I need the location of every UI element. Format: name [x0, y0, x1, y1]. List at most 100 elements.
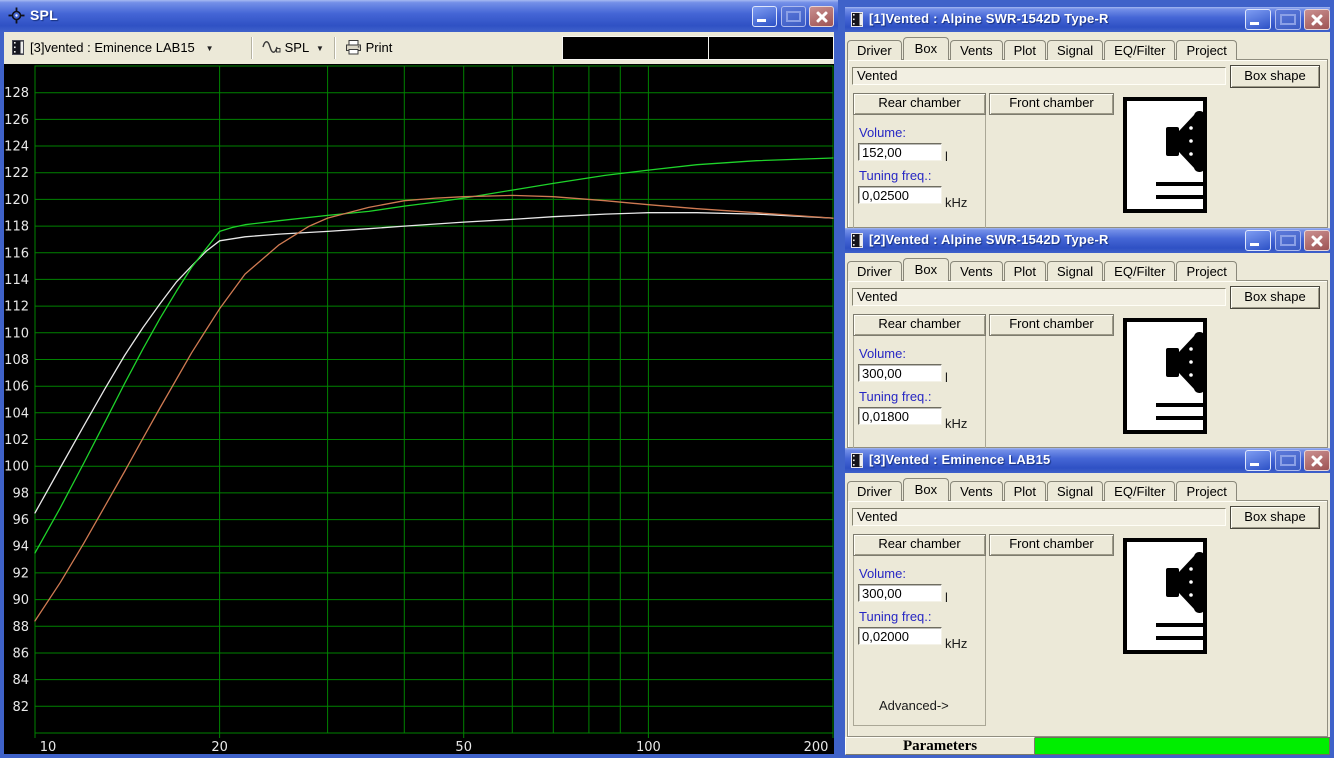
plot-type-selector[interactable]: SPL ▼ — [262, 32, 324, 64]
chevron-down-icon[interactable]: ▼ — [316, 44, 324, 53]
project-selector[interactable]: [3]vented : Eminence LAB15 ▼ — [30, 32, 214, 64]
tuning-freq-input[interactable] — [858, 627, 942, 645]
print-button[interactable]: Print — [345, 32, 392, 64]
volume-input[interactable] — [858, 584, 942, 602]
project-window-icon — [12, 32, 24, 64]
minimize-button[interactable] — [1245, 230, 1271, 251]
tuning-freq-unit: kHz — [945, 416, 968, 431]
tab-eq-filter[interactable]: EQ/Filter — [1104, 40, 1176, 60]
orange-curve — [34, 194, 834, 622]
tab-vents[interactable]: Vents — [950, 261, 1003, 281]
tab-vents[interactable]: Vents — [950, 481, 1003, 501]
volume-label: Volume: — [859, 346, 906, 361]
spl-window-title: SPL — [30, 7, 58, 23]
tab-signal[interactable]: Signal — [1047, 481, 1104, 501]
box-shape-button[interactable]: Box shape — [1230, 506, 1320, 529]
maximize-button[interactable] — [1275, 450, 1301, 471]
project-window-icon — [851, 233, 863, 251]
box-shape-preview — [1122, 317, 1208, 438]
front-chamber-button[interactable]: Front chamber — [989, 534, 1114, 556]
volume-unit: l — [945, 149, 948, 164]
tuning-freq-label: Tuning freq.: — [859, 609, 932, 624]
tab-eq-filter[interactable]: EQ/Filter — [1104, 481, 1176, 501]
tab-plot[interactable]: Plot — [1003, 261, 1047, 281]
tab-vents[interactable]: Vents — [950, 40, 1003, 60]
tab-box[interactable]: Box — [902, 258, 950, 281]
tab-bar: Driver Box Vents Plot Signal EQ/Filter Project — [847, 258, 1328, 281]
front-chamber-button[interactable]: Front chamber — [989, 314, 1114, 336]
tab-project[interactable]: Project — [1176, 261, 1237, 281]
y-tick-label: 108 — [4, 353, 29, 368]
rear-chamber-button[interactable]: Rear chamber — [853, 93, 986, 115]
volume-input[interactable] — [858, 364, 942, 382]
y-tick-label: 86 — [12, 647, 29, 662]
spl-plot-area[interactable]: 82 84 86 88 90 92 94 96 98 100 102 104 106 108 110 112 1… — [4, 64, 834, 754]
spl-plot-svg[interactable]: 82 84 86 88 90 92 94 96 98 100 102 104 106 108 110 112 1… — [4, 64, 834, 754]
tab-project[interactable]: Project — [1176, 481, 1237, 501]
window-title: [1]Vented : Alpine SWR-1542D Type-R — [869, 11, 1109, 26]
green-curve — [34, 157, 834, 554]
maximize-button[interactable] — [1275, 9, 1301, 30]
box-type-field[interactable]: Vented — [852, 288, 1226, 306]
tab-driver[interactable]: Driver — [847, 40, 902, 60]
x-tick-label: 20 — [211, 740, 228, 754]
window-title: [2]Vented : Alpine SWR-1542D Type-R — [869, 232, 1109, 247]
tab-signal[interactable]: Signal — [1047, 40, 1104, 60]
minimize-button[interactable] — [1245, 450, 1271, 471]
box-shape-button[interactable]: Box shape — [1230, 286, 1320, 309]
parameters-button[interactable]: Parameters — [845, 737, 1035, 755]
readout-panel-right — [709, 37, 833, 59]
sine-wave-icon — [262, 40, 285, 55]
app-root: SPL [3]vented : Eminence LAB15 ▼ SPL ▼ P… — [0, 0, 1334, 758]
y-tick-label: 104 — [4, 406, 29, 421]
y-tick-label: 84 — [12, 673, 29, 688]
tuning-freq-input[interactable] — [858, 186, 942, 204]
box-shape-button[interactable]: Box shape — [1230, 65, 1320, 88]
y-tick-label: 114 — [4, 273, 29, 288]
printer-icon — [345, 40, 366, 55]
tab-plot[interactable]: Plot — [1003, 481, 1047, 501]
plot-type-label: SPL — [284, 40, 309, 55]
volume-label: Volume: — [859, 566, 906, 581]
y-tick-label: 102 — [4, 433, 29, 448]
advanced-link[interactable]: Advanced-> — [879, 698, 949, 713]
close-button[interactable] — [1304, 450, 1330, 471]
front-chamber-button[interactable]: Front chamber — [989, 93, 1114, 115]
maximize-button[interactable] — [781, 6, 806, 27]
tab-signal[interactable]: Signal — [1047, 261, 1104, 281]
tab-plot[interactable]: Plot — [1003, 40, 1047, 60]
tuning-freq-unit: kHz — [945, 636, 968, 651]
maximize-button[interactable] — [1275, 230, 1301, 251]
minimize-button[interactable] — [1245, 9, 1271, 30]
close-button[interactable] — [1304, 9, 1330, 30]
volume-input[interactable] — [858, 143, 942, 161]
box-type-field[interactable]: Vented — [852, 508, 1226, 526]
tuning-freq-input[interactable] — [858, 407, 942, 425]
x-tick-label: 10 — [40, 740, 57, 754]
chevron-down-icon[interactable]: ▼ — [206, 44, 214, 53]
x-tick-label: 200 — [804, 740, 829, 754]
y-tick-label: 100 — [4, 460, 29, 475]
y-tick-label: 92 — [12, 566, 29, 581]
minimize-button[interactable] — [752, 6, 777, 27]
volume-label: Volume: — [859, 125, 906, 140]
window-titlebar: [1]Vented : Alpine SWR-1542D Type-R — [845, 7, 1330, 32]
project-selector-label: [3]vented : Eminence LAB15 — [30, 40, 195, 55]
tab-project[interactable]: Project — [1176, 40, 1237, 60]
rear-chamber-button[interactable]: Rear chamber — [853, 534, 986, 556]
tab-driver[interactable]: Driver — [847, 261, 902, 281]
y-tick-label: 116 — [4, 246, 29, 261]
tab-box[interactable]: Box — [902, 37, 950, 60]
tab-eq-filter[interactable]: EQ/Filter — [1104, 261, 1176, 281]
close-button[interactable] — [809, 6, 834, 27]
y-tick-label: 90 — [12, 593, 29, 608]
close-button[interactable] — [1304, 230, 1330, 251]
y-tick-label: 88 — [12, 620, 29, 635]
tab-driver[interactable]: Driver — [847, 481, 902, 501]
vented-window-2: [2]Vented : Alpine SWR-1542D Type-R Drive… — [845, 228, 1330, 448]
box-type-field[interactable]: Vented — [852, 67, 1226, 85]
rear-chamber-button[interactable]: Rear chamber — [853, 314, 986, 336]
y-tick-label: 126 — [4, 113, 29, 128]
plot-frame — [34, 65, 834, 734]
tab-box[interactable]: Box — [902, 478, 950, 501]
